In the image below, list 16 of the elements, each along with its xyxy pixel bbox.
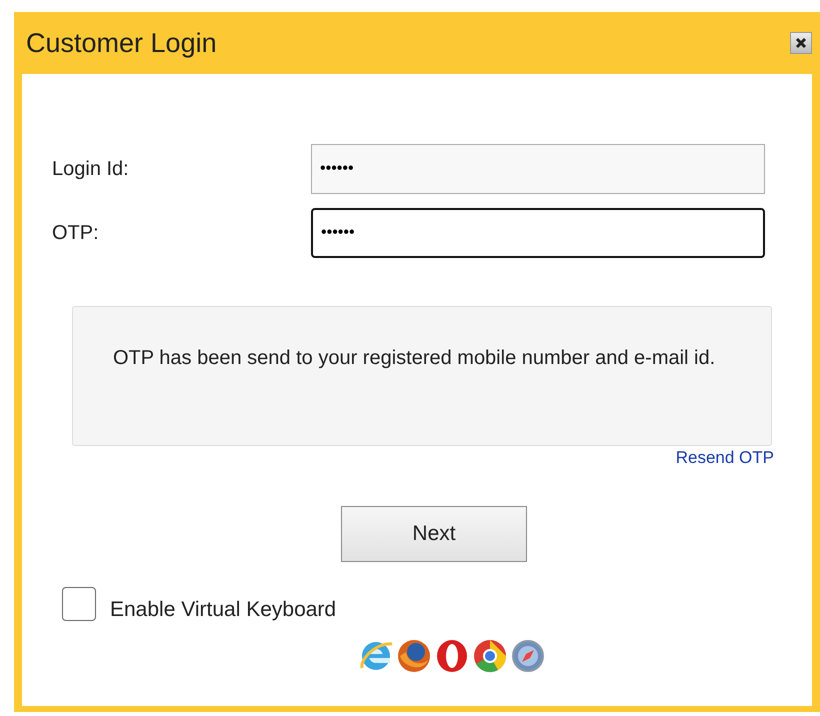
compass-icon [510, 638, 546, 674]
message-text: OTP has been send to your registered mobile number and e-mail id. [113, 346, 716, 371]
checkbox[interactable] [62, 587, 96, 621]
field-label: Login Id: [52, 158, 130, 180]
next-button[interactable]: Next [341, 506, 527, 562]
letter-o-icon [434, 638, 470, 674]
checkbox-label: Enable Virtual Keyboard [110, 598, 336, 622]
input-field[interactable]: •••••• [311, 208, 765, 258]
close-icon [794, 36, 808, 50]
field-label: OTP: [52, 222, 100, 244]
fox-globe-icon [396, 638, 432, 674]
input-field[interactable]: •••••• [311, 144, 765, 194]
resend-link[interactable]: Resend OTP [676, 448, 774, 468]
close-button[interactable] [790, 32, 812, 54]
tricolor-wheel-icon [472, 638, 508, 674]
window-title: Customer Login [26, 28, 217, 58]
